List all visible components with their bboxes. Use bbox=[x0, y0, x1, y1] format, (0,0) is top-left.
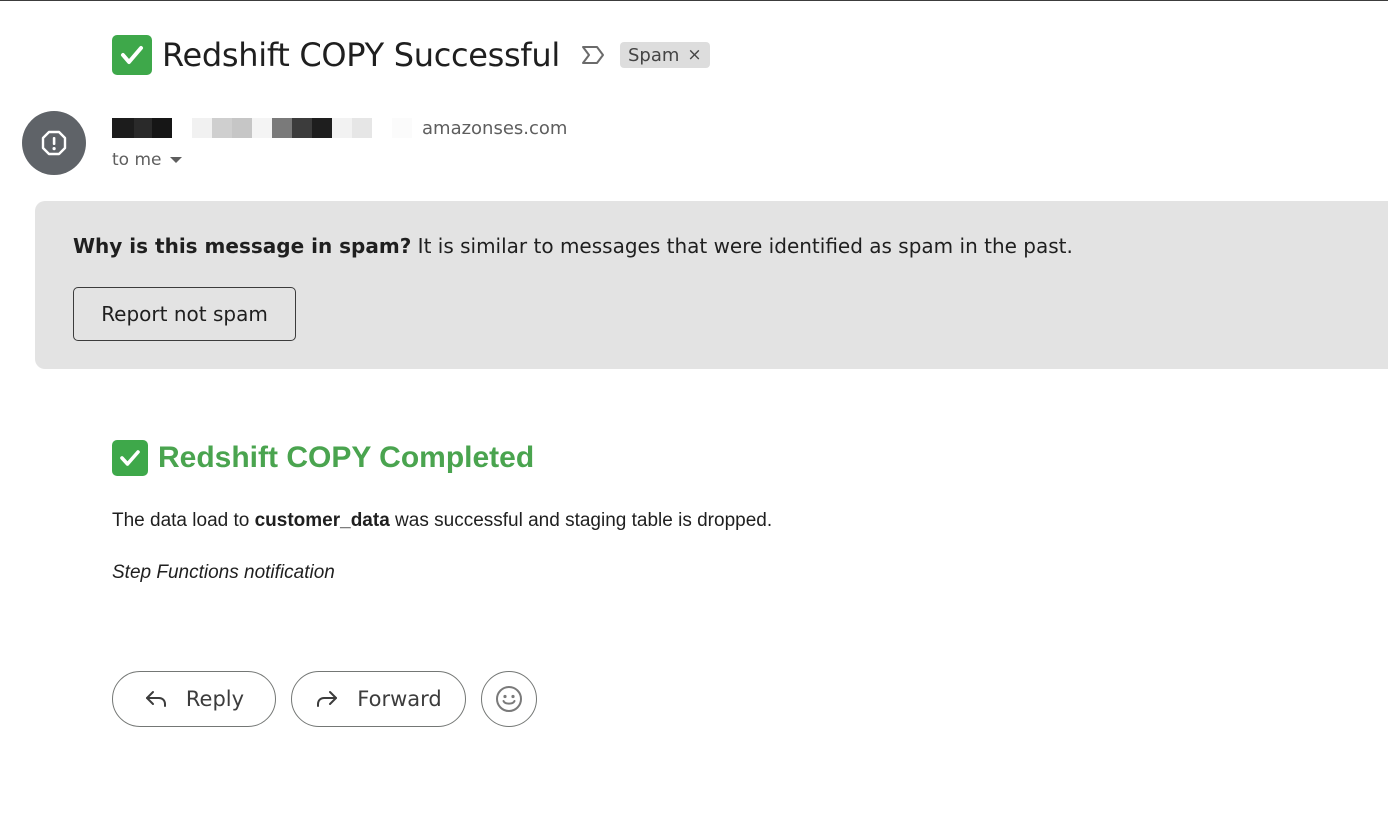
important-marker-icon[interactable] bbox=[580, 44, 606, 66]
spam-explanation: Why is this message in spam? It is simil… bbox=[73, 234, 1073, 258]
sender-address-domain: amazonses.com bbox=[422, 117, 568, 139]
spam-warning-banner: Why is this message in spam? It is simil… bbox=[35, 201, 1388, 369]
email-subject: Redshift COPY Successful bbox=[162, 36, 560, 74]
body-heading: Redshift COPY Completed bbox=[112, 438, 534, 478]
remove-label-icon[interactable]: × bbox=[687, 45, 701, 65]
reply-label: Reply bbox=[185, 687, 245, 711]
emoji-reaction-button[interactable] bbox=[481, 671, 537, 727]
check-mark-button-icon bbox=[112, 440, 148, 476]
top-border bbox=[0, 0, 1388, 1]
sender-row: amazonses.com bbox=[112, 113, 567, 143]
recipient-row[interactable]: to me bbox=[112, 147, 182, 173]
spam-warning-icon bbox=[22, 111, 86, 175]
report-not-spam-button[interactable]: Report not spam bbox=[73, 287, 296, 341]
spam-question: Why is this message in spam? bbox=[73, 234, 412, 258]
check-mark-button-icon bbox=[112, 35, 152, 75]
forward-button[interactable]: Forward bbox=[291, 671, 466, 727]
spam-reason: It is similar to messages that were iden… bbox=[411, 234, 1073, 258]
spam-label-chip: Spam × bbox=[619, 42, 710, 68]
recipient-label: to me bbox=[112, 150, 162, 170]
chevron-down-icon[interactable] bbox=[169, 157, 182, 163]
reply-arrow-icon bbox=[144, 687, 168, 711]
reply-button[interactable]: Reply bbox=[112, 671, 276, 727]
forward-label: Forward bbox=[357, 687, 442, 711]
notification-source: Step Functions notification bbox=[112, 562, 335, 583]
table-name: customer_data bbox=[254, 510, 390, 531]
body-heading-text: Redshift COPY Completed bbox=[158, 441, 535, 474]
forward-arrow-icon bbox=[315, 687, 339, 711]
message-suffix: was successful and staging table is drop… bbox=[389, 510, 773, 531]
body-message: The data load to customer_data was succe… bbox=[112, 510, 772, 532]
message-prefix: The data load to bbox=[112, 510, 255, 531]
spam-chip-label: Spam bbox=[627, 44, 680, 66]
subject-row: Redshift COPY Successful Spam × bbox=[112, 32, 710, 78]
redacted-sender-name bbox=[112, 118, 412, 138]
smiley-icon bbox=[495, 685, 523, 713]
